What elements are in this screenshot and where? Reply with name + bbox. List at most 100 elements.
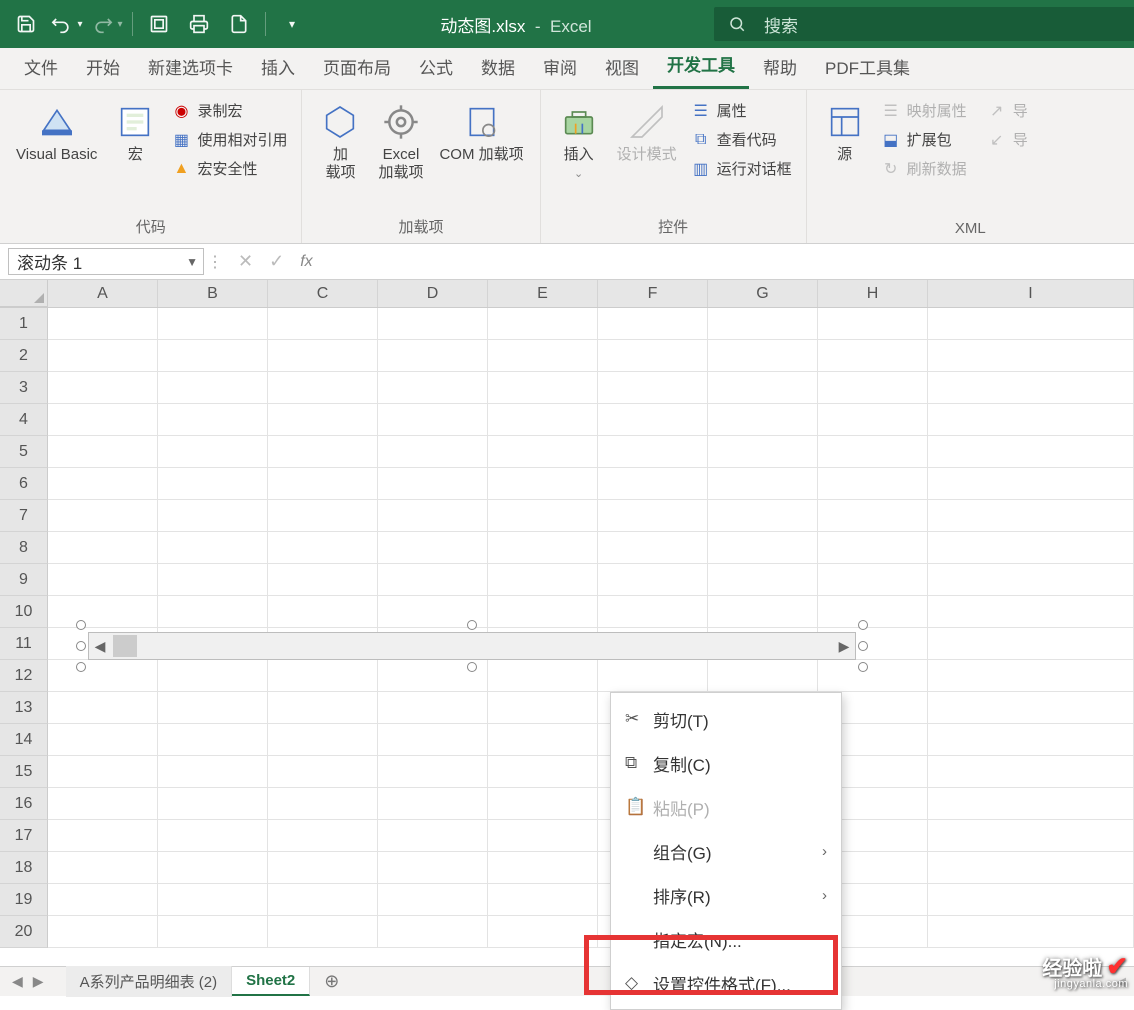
- col-header[interactable]: C: [268, 280, 378, 307]
- cell[interactable]: [158, 404, 268, 436]
- formula-input[interactable]: [325, 244, 1134, 279]
- cell[interactable]: [268, 692, 378, 724]
- row-header[interactable]: 8: [0, 532, 48, 564]
- cell[interactable]: [48, 532, 158, 564]
- cell[interactable]: [928, 628, 1134, 660]
- cell[interactable]: [158, 532, 268, 564]
- row-header[interactable]: 19: [0, 884, 48, 916]
- cell[interactable]: [378, 756, 488, 788]
- cell[interactable]: [488, 532, 598, 564]
- cell[interactable]: [48, 564, 158, 596]
- com-addins-button[interactable]: COM 加载项: [431, 94, 531, 170]
- print-icon[interactable]: [181, 6, 217, 42]
- cell[interactable]: [158, 564, 268, 596]
- tab-view[interactable]: 视图: [591, 44, 653, 89]
- cell[interactable]: [708, 308, 818, 340]
- row-header[interactable]: 6: [0, 468, 48, 500]
- cell[interactable]: [158, 372, 268, 404]
- row-header[interactable]: 5: [0, 436, 48, 468]
- xml-source-button[interactable]: 源: [815, 94, 875, 170]
- cell[interactable]: [708, 500, 818, 532]
- visual-basic-button[interactable]: Visual Basic: [8, 94, 105, 170]
- cell[interactable]: [708, 372, 818, 404]
- cell[interactable]: [268, 468, 378, 500]
- cell[interactable]: [928, 340, 1134, 372]
- cell[interactable]: [268, 820, 378, 852]
- cell[interactable]: [818, 564, 928, 596]
- cell[interactable]: [818, 532, 928, 564]
- cell[interactable]: [378, 500, 488, 532]
- design-mode-button[interactable]: 设计模式: [609, 94, 685, 170]
- cell[interactable]: [268, 532, 378, 564]
- cell[interactable]: [928, 756, 1134, 788]
- cell[interactable]: [48, 436, 158, 468]
- cell[interactable]: [378, 852, 488, 884]
- row-header[interactable]: 18: [0, 852, 48, 884]
- cell[interactable]: [378, 820, 488, 852]
- cell[interactable]: [488, 340, 598, 372]
- cell[interactable]: [488, 500, 598, 532]
- cell[interactable]: [928, 500, 1134, 532]
- map-properties-button[interactable]: ☰映射属性: [875, 98, 973, 123]
- cell[interactable]: [268, 916, 378, 948]
- row-header[interactable]: 10: [0, 596, 48, 628]
- cell[interactable]: [818, 468, 928, 500]
- addins-button[interactable]: 加 载项: [310, 94, 370, 188]
- view-code-button[interactable]: ⧉查看代码: [685, 127, 798, 152]
- col-header[interactable]: G: [708, 280, 818, 307]
- cell[interactable]: [268, 564, 378, 596]
- cell[interactable]: [158, 852, 268, 884]
- cell[interactable]: [158, 468, 268, 500]
- cell[interactable]: [598, 340, 708, 372]
- macro-security-button[interactable]: ▲宏安全性: [165, 156, 293, 181]
- ctx-cut[interactable]: ✂剪切(T): [611, 697, 841, 741]
- cell[interactable]: [928, 596, 1134, 628]
- cell[interactable]: [488, 468, 598, 500]
- scroll-right-arrow-icon[interactable]: ▶: [833, 633, 855, 659]
- cell[interactable]: [268, 404, 378, 436]
- cell[interactable]: [488, 724, 598, 756]
- tab-insert[interactable]: 插入: [247, 44, 309, 89]
- properties-button[interactable]: ☰属性: [685, 98, 798, 123]
- cell[interactable]: [708, 404, 818, 436]
- sheet-next-icon[interactable]: ▶: [29, 973, 48, 990]
- cell[interactable]: [818, 340, 928, 372]
- expansion-button[interactable]: ⬓扩展包: [875, 127, 973, 152]
- tab-new[interactable]: 新建选项卡: [134, 44, 247, 89]
- cell[interactable]: [488, 788, 598, 820]
- cell[interactable]: [48, 852, 158, 884]
- sheet-tab-active[interactable]: Sheet2: [232, 967, 310, 996]
- row-header[interactable]: 17: [0, 820, 48, 852]
- cell[interactable]: [928, 436, 1134, 468]
- cell[interactable]: [598, 436, 708, 468]
- scroll-left-arrow-icon[interactable]: ◀: [89, 633, 111, 659]
- cell[interactable]: [378, 372, 488, 404]
- cell[interactable]: [488, 852, 598, 884]
- cell[interactable]: [488, 916, 598, 948]
- cell[interactable]: [708, 468, 818, 500]
- add-sheet-button[interactable]: ⊕: [310, 971, 353, 992]
- cell[interactable]: [158, 756, 268, 788]
- cell[interactable]: [598, 500, 708, 532]
- cell[interactable]: [488, 436, 598, 468]
- cell[interactable]: [48, 724, 158, 756]
- row-header[interactable]: 13: [0, 692, 48, 724]
- ctx-copy[interactable]: ⧉复制(C): [611, 741, 841, 785]
- row-header[interactable]: 11: [0, 628, 48, 660]
- tab-formulas[interactable]: 公式: [405, 44, 467, 89]
- cell[interactable]: [928, 660, 1134, 692]
- ctx-assign-macro[interactable]: 指定宏(N)...: [611, 917, 841, 961]
- cell[interactable]: [268, 372, 378, 404]
- cell[interactable]: [378, 532, 488, 564]
- cell[interactable]: [158, 692, 268, 724]
- col-header[interactable]: D: [378, 280, 488, 307]
- qat-icon-1[interactable]: [141, 6, 177, 42]
- cell[interactable]: [598, 308, 708, 340]
- chevron-down-icon[interactable]: ▼: [186, 255, 198, 269]
- cell[interactable]: [598, 564, 708, 596]
- ctx-format-control[interactable]: ◇设置控件格式(F)...: [611, 961, 841, 1005]
- col-header[interactable]: A: [48, 280, 158, 307]
- col-header[interactable]: F: [598, 280, 708, 307]
- row-header[interactable]: 4: [0, 404, 48, 436]
- row-header[interactable]: 14: [0, 724, 48, 756]
